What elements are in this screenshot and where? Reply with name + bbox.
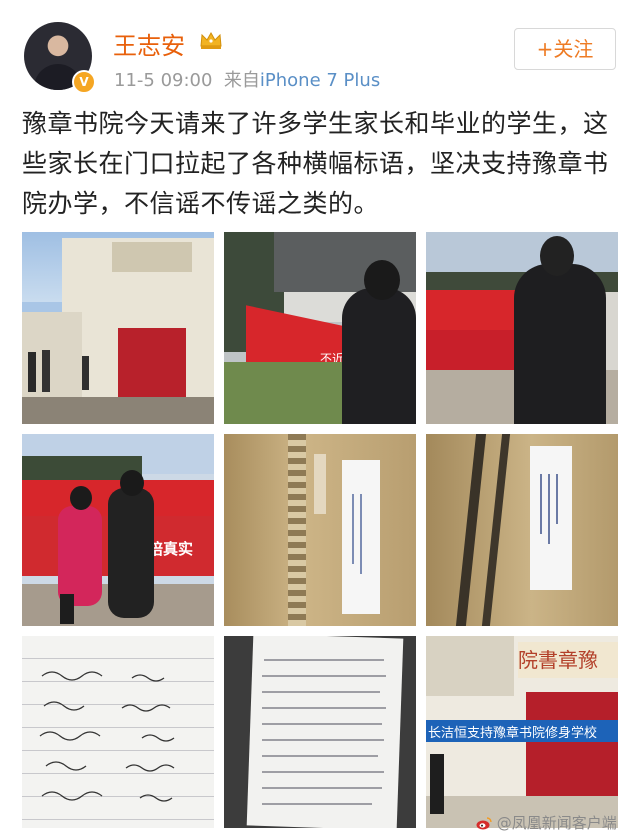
- source-prefix: 来自: [223, 70, 260, 91]
- gate-plaque: 院書章豫: [518, 642, 618, 678]
- username[interactable]: 王志安: [113, 26, 185, 61]
- photo-school-gate[interactable]: [22, 232, 214, 424]
- source-credit: @凤凰新闻客户端: [476, 812, 617, 833]
- post-time: 11-5 09:00: [114, 70, 213, 91]
- photo-man-by-banner[interactable]: 不近: [224, 232, 416, 424]
- photo-gate-blue-banner[interactable]: 院書章豫 长洁恒支持豫章书院修身学校: [426, 636, 618, 828]
- verified-badge: V: [72, 70, 96, 94]
- credit-text: @凤凰新闻客户端: [496, 814, 617, 832]
- post-meta: 11-5 09:00 来自iPhone 7 Plus: [114, 66, 380, 92]
- photo-parents-with-banners[interactable]: 陪真实: [22, 434, 214, 626]
- crown-icon: [200, 31, 222, 49]
- photo-handwritten-letter[interactable]: [224, 636, 416, 828]
- photo-notice-closeup[interactable]: [426, 434, 618, 626]
- photo-signature-sheet[interactable]: [22, 636, 214, 828]
- photo-notice-on-door[interactable]: [224, 434, 416, 626]
- banner-slogan-text-2: 陪真实: [148, 540, 194, 558]
- follow-button[interactable]: +关注: [514, 28, 616, 70]
- blue-banner-text: 长洁恒支持豫章书院修身学校: [428, 726, 598, 741]
- source-device[interactable]: iPhone 7 Plus: [260, 70, 380, 91]
- post-text: 豫章书院今天请来了许多学生家长和毕业的学生，这些家长在门口拉起了各种横幅标语，坚…: [22, 109, 609, 218]
- photo-grid: 不近 陪真实 院書章豫 长洁恒支持豫章书院修身学校: [22, 232, 618, 828]
- photo-man-by-banners[interactable]: [426, 232, 618, 424]
- weibo-icon: [476, 817, 492, 830]
